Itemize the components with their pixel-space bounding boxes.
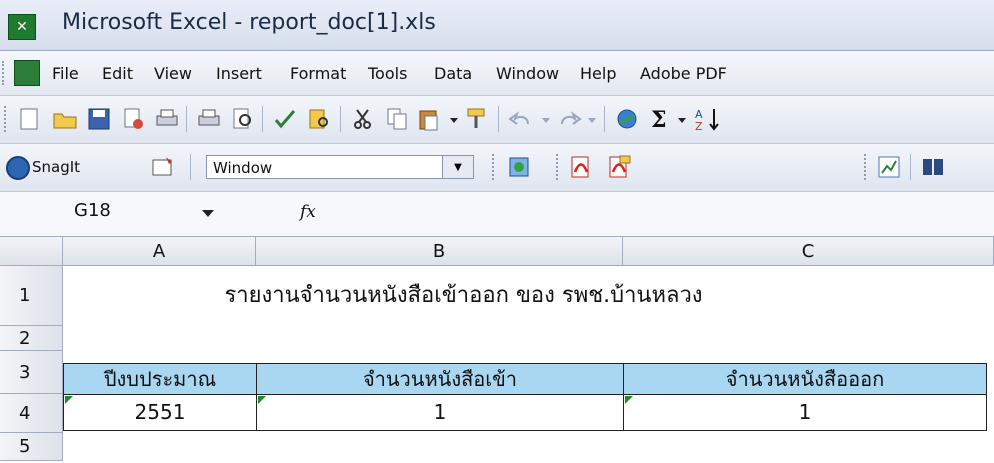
toolbar-separator — [604, 106, 605, 132]
menu-window[interactable]: Window — [496, 64, 559, 83]
menu-grip-handle[interactable] — [2, 61, 8, 85]
paste-dropdown-icon[interactable] — [448, 106, 460, 132]
svg-text:Σ: Σ — [651, 107, 667, 132]
toolbar-separator — [340, 106, 341, 132]
toolbar-grip[interactable] — [4, 106, 9, 132]
autosum-dropdown-icon[interactable] — [676, 106, 688, 132]
menu-file[interactable]: File — [52, 64, 79, 83]
layout-icon[interactable] — [920, 154, 946, 180]
data-cell-incoming-value: 1 — [433, 400, 447, 424]
toolbar-separator — [498, 106, 499, 132]
row-header-1[interactable]: 1 — [0, 266, 63, 326]
snagit-toolbar: SnagIt Window ▼ — [0, 144, 994, 192]
web-capture-icon[interactable] — [506, 154, 532, 180]
error-indicator-icon — [258, 396, 266, 404]
window-title: Microsoft Excel - report_doc[1].xls — [62, 10, 436, 35]
autosum-icon[interactable]: Σ — [648, 106, 674, 132]
redo-icon[interactable] — [556, 106, 582, 132]
paste-icon[interactable] — [416, 106, 442, 132]
menu-adobe-pdf[interactable]: Adobe PDF — [640, 64, 727, 83]
toolbar-grip[interactable] — [492, 154, 497, 180]
toolbar-grip[interactable] — [864, 154, 869, 180]
name-box-dropdown-icon[interactable] — [202, 210, 214, 217]
cut-icon[interactable] — [350, 106, 376, 132]
quick-print-icon[interactable] — [196, 106, 222, 132]
menu-format[interactable]: Format — [290, 64, 346, 83]
menu-data[interactable]: Data — [434, 64, 472, 83]
data-cell-outgoing-value: 1 — [798, 400, 812, 424]
header-cell-outgoing[interactable]: จำนวนหนังสือออก — [623, 363, 987, 395]
column-header-a[interactable]: A — [63, 237, 256, 266]
undo-dropdown-icon[interactable] — [540, 106, 552, 132]
data-cell-year[interactable]: 2551 — [63, 394, 257, 431]
data-cell-outgoing[interactable]: 1 — [623, 394, 987, 431]
toolbar-separator — [190, 154, 191, 180]
workbook-icon[interactable] — [14, 60, 40, 86]
snagit-capture-icon[interactable] — [150, 154, 176, 180]
menu-help[interactable]: Help — [580, 64, 616, 83]
formula-bar: G18 fx — [0, 192, 994, 237]
column-header-c[interactable]: C — [623, 237, 994, 266]
report-title-cell[interactable]: รายงานจำนวนหนังสือเข้าออก ของ รพช.บ้านหล… — [63, 266, 994, 326]
research-icon[interactable] — [306, 106, 332, 132]
menu-insert[interactable]: Insert — [216, 64, 262, 83]
toolbar-separator — [262, 106, 263, 132]
format-painter-icon[interactable] — [464, 106, 490, 132]
toolbar-grip[interactable] — [556, 154, 561, 180]
hyperlink-icon[interactable] — [614, 106, 640, 132]
insert-function-icon[interactable]: fx — [300, 202, 316, 222]
standard-toolbar: Σ AZ — [0, 96, 994, 144]
title-bar: ✕ Microsoft Excel - report_doc[1].xls — [0, 0, 994, 51]
header-cell-fiscal-year[interactable]: ปีงบประมาณ — [63, 363, 257, 395]
toolbar-separator — [910, 154, 911, 180]
new-document-icon[interactable] — [16, 106, 42, 132]
redo-dropdown-icon[interactable] — [586, 106, 598, 132]
chart-wizard-icon[interactable] — [876, 154, 902, 180]
svg-text:Z: Z — [695, 120, 703, 132]
column-header-b[interactable]: B — [256, 237, 623, 266]
menu-bar: File Edit View Insert Format Tools Data … — [0, 51, 994, 96]
header-cell-incoming[interactable]: จำนวนหนังสือเข้า — [256, 363, 624, 395]
capture-mode-select[interactable]: Window — [206, 155, 474, 179]
snagit-icon[interactable] — [6, 156, 30, 180]
data-cell-incoming[interactable]: 1 — [256, 394, 624, 431]
data-cell-year-value: 2551 — [134, 400, 186, 424]
print-preview-icon[interactable] — [230, 106, 256, 132]
open-folder-icon[interactable] — [52, 106, 78, 132]
excel-icon[interactable]: ✕ — [8, 14, 36, 40]
save-icon[interactable] — [86, 106, 112, 132]
sort-ascending-icon[interactable]: AZ — [694, 106, 720, 132]
row-header-2[interactable]: 2 — [0, 326, 63, 351]
select-all-corner[interactable] — [0, 237, 63, 266]
menu-tools[interactable]: Tools — [368, 64, 407, 83]
row-header-3[interactable]: 3 — [0, 351, 63, 394]
copy-icon[interactable] — [384, 106, 410, 132]
capture-mode-dropdown-icon[interactable]: ▼ — [442, 155, 474, 179]
convert-and-email-pdf-icon[interactable] — [606, 154, 632, 180]
error-indicator-icon — [65, 396, 73, 404]
menu-edit[interactable]: Edit — [102, 64, 133, 83]
worksheet-grid[interactable]: A B C 1 2 3 4 5 รายงานจำนวนหนังสือเข้าออ… — [0, 237, 994, 463]
snagit-button-label[interactable]: SnagIt — [32, 158, 80, 176]
spelling-icon[interactable] — [272, 106, 298, 132]
row-header-5[interactable]: 5 — [0, 433, 63, 461]
undo-icon[interactable] — [508, 106, 534, 132]
toolbar-separator — [186, 106, 187, 132]
error-indicator-icon — [625, 396, 633, 404]
row-header-4[interactable]: 4 — [0, 394, 63, 433]
convert-to-pdf-icon[interactable] — [568, 154, 594, 180]
print-icon[interactable] — [154, 106, 180, 132]
permission-icon[interactable] — [120, 106, 146, 132]
menu-view[interactable]: View — [154, 64, 192, 83]
